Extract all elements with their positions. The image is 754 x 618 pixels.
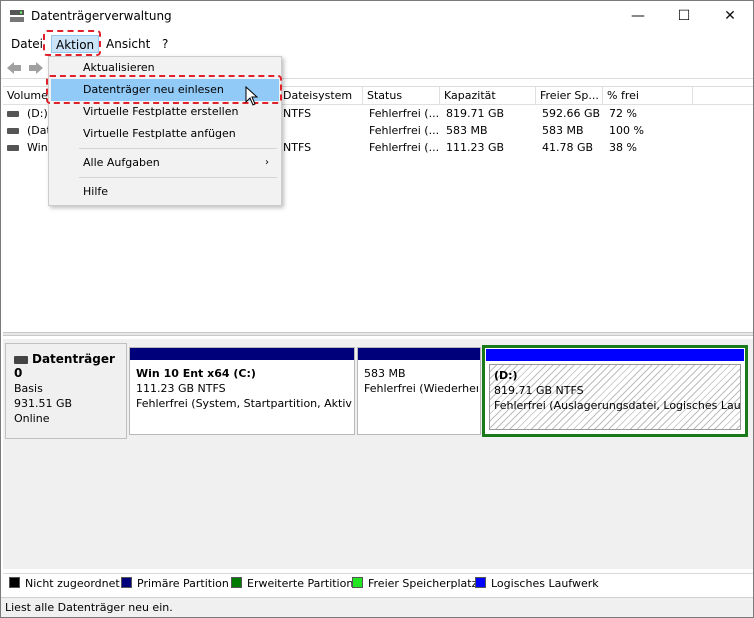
cell-capacity: 111.23 GB [446, 141, 505, 154]
disk-0-label[interactable]: Datenträger 0 Basis 931.51 GB Online [5, 343, 127, 439]
menu-item-alle-aufgaben[interactable]: Alle Aufgaben › [51, 152, 279, 174]
menu-aktion[interactable]: Aktion [51, 35, 100, 53]
partition-name: (D:) [494, 369, 518, 382]
column-status[interactable]: Status [363, 87, 440, 105]
pane-splitter[interactable] [3, 332, 753, 336]
legend-swatch [475, 577, 486, 588]
partition-recovery[interactable]: 583 MB Fehlerfrei (Wiederherstellungspar… [357, 347, 481, 435]
legend-primary: Primäre Partition [121, 577, 229, 591]
minimize-button[interactable]: — [615, 1, 661, 31]
drive-icon [7, 128, 19, 134]
drive-icon [7, 145, 19, 151]
cell-pct-free: 72 % [609, 107, 637, 120]
cell-free: 41.78 GB [542, 141, 594, 154]
close-button[interactable]: ✕ [707, 1, 753, 31]
legend-unallocated: Nicht zugeordnet [9, 577, 120, 591]
cell-filesystem: NTFS [283, 141, 312, 154]
menu-item-aktualisieren[interactable]: Aktualisieren [51, 57, 279, 79]
menu-separator [79, 177, 277, 178]
cell-status: Fehlerfrei (... [369, 107, 440, 120]
disk-map-pane: Datenträger 0 Basis 931.51 GB Online Win… [3, 339, 753, 569]
cell-capacity: 583 MB [446, 124, 488, 137]
partition-c[interactable]: Win 10 Ent x64 (C:) 111.23 GB NTFS Fehle… [129, 347, 355, 435]
legend-swatch [231, 577, 242, 588]
partition-legend: Nicht zugeordnet Primäre Partition Erwei… [3, 573, 753, 593]
cell-capacity: 819.71 GB [446, 107, 505, 120]
column-prozent-frei[interactable]: % frei [603, 87, 693, 105]
partition-status: Fehlerfrei (Wiederherstellungspartition) [364, 382, 478, 395]
partition-name: Win 10 Ent x64 (C:) [136, 367, 256, 380]
partition-size: 583 MB [364, 367, 406, 380]
title-bar: Datenträgerverwaltung — ☐ ✕ [1, 1, 753, 31]
column-freier-speicher[interactable]: Freier Sp... [536, 87, 603, 105]
drive-icon [7, 111, 19, 117]
legend-extended: Erweiterte Partition [231, 577, 353, 591]
primary-partition-bar [358, 348, 480, 360]
partition-size: 819.71 GB NTFS [494, 384, 584, 397]
cell-filesystem [279, 123, 363, 139]
disk-state: Online [14, 412, 50, 425]
chevron-right-icon: › [265, 157, 269, 168]
disk-management-window: Datenträgerverwaltung — ☐ ✕ Datei Aktion… [0, 0, 754, 618]
primary-partition-bar [130, 348, 354, 360]
window-title: Datenträgerverwaltung [31, 9, 172, 23]
legend-swatch [121, 577, 132, 588]
column-kapazitaet[interactable]: Kapazität [440, 87, 536, 105]
menu-item-label: Alle Aufgaben [83, 156, 160, 169]
logical-drive-bar [486, 349, 744, 361]
disk-management-app-icon [10, 10, 24, 22]
cell-pct-free: 38 % [609, 141, 637, 154]
forward-arrow-icon[interactable] [27, 60, 45, 76]
menu-item-vhd-anfuegen[interactable]: Virtuelle Festplatte anfügen [51, 123, 279, 145]
menu-bar: Datei Aktion Ansicht ? [1, 32, 753, 54]
cell-status: Fehlerfrei (... [369, 141, 440, 154]
partition-c-body: Win 10 Ent x64 (C:) 111.23 GB NTFS Fehle… [132, 363, 352, 432]
legend-free-space: Freier Speicherplatz [352, 577, 477, 591]
cell-status: Fehlerfrei (... [369, 124, 440, 137]
menu-item-hilfe[interactable]: Hilfe [51, 181, 279, 203]
aktion-dropdown-menu: Aktualisieren Datenträger neu einlesen V… [48, 56, 282, 206]
cell-free: 583 MB [542, 124, 584, 137]
partition-status: Fehlerfrei (Auslagerungsdatei, Logisches… [494, 399, 741, 412]
mouse-cursor-icon [245, 86, 259, 106]
partition-d-extended[interactable]: (D:) 819.71 GB NTFS Fehlerfrei (Auslager… [482, 345, 748, 437]
disk-size: 931.51 GB [14, 397, 73, 410]
menu-help[interactable]: ? [158, 35, 172, 53]
cell-pct-free: 100 % [609, 124, 644, 137]
legend-swatch [9, 577, 20, 588]
column-dateisystem[interactable]: Dateisystem [279, 87, 363, 105]
status-bar: Liest alle Datenträger neu ein. [1, 597, 753, 617]
partition-size: 111.23 GB NTFS [136, 382, 226, 395]
legend-swatch [352, 577, 363, 588]
partition-status: Fehlerfrei (System, Startpartition, Akti… [136, 397, 352, 410]
menu-datei[interactable]: Datei [7, 35, 47, 53]
maximize-button[interactable]: ☐ [661, 1, 707, 31]
disk-type: Basis [14, 382, 43, 395]
menu-separator [79, 148, 277, 149]
cell-free: 592.66 GB [542, 107, 601, 120]
menu-ansicht[interactable]: Ansicht [102, 35, 154, 53]
legend-logical-drive: Logisches Laufwerk [475, 577, 599, 591]
back-arrow-icon[interactable] [5, 60, 23, 76]
partition-d-body: (D:) 819.71 GB NTFS Fehlerfrei (Auslager… [489, 364, 741, 430]
partition-recovery-body: 583 MB Fehlerfrei (Wiederherstellungspar… [360, 363, 478, 432]
disk-name: Datenträger 0 [14, 352, 115, 380]
disk-icon [14, 355, 28, 364]
cell-filesystem: NTFS [283, 107, 312, 120]
